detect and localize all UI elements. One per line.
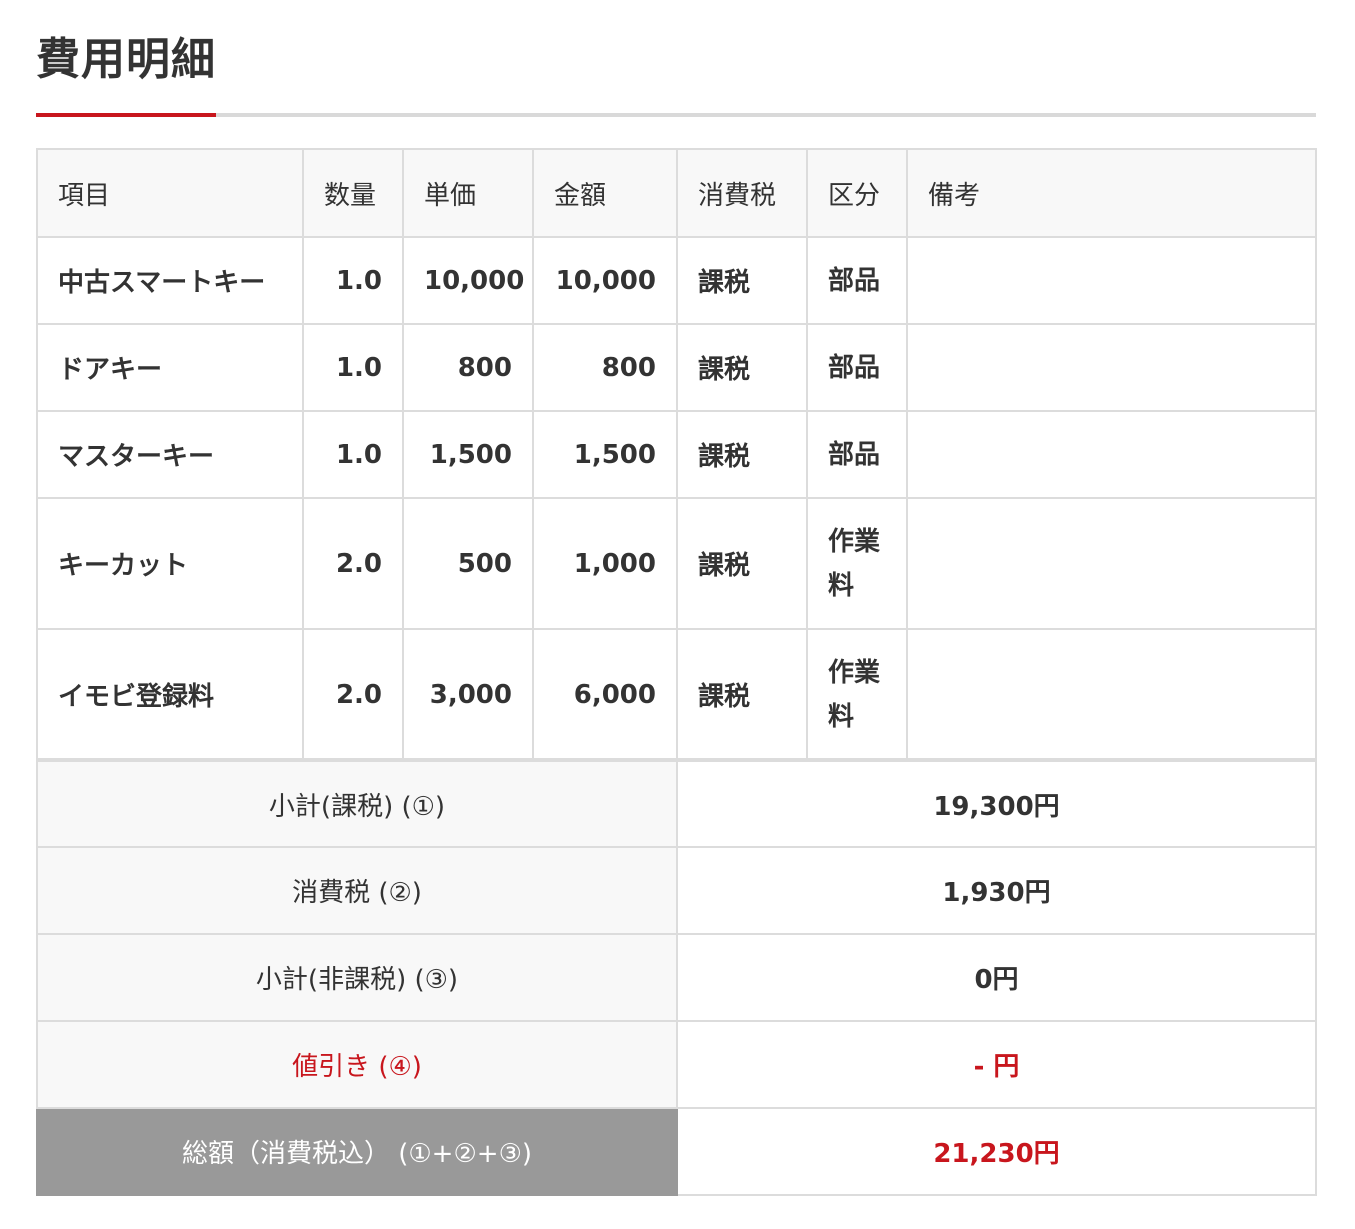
column-header-amount: 金額 [532,148,678,238]
cell-note [906,628,1317,761]
cell-note [906,323,1317,412]
cell-item: ドアキー [36,323,304,412]
table-row: ドアキー 1.0 800 800 課税 部品 [36,323,1317,412]
summary-label: 小計(課税) (①) [36,758,678,848]
summary-value: 0円 [676,933,1317,1022]
table-row: マスターキー 1.0 1,500 1,500 課税 部品 [36,410,1317,499]
summary-value: - 円 [676,1020,1317,1109]
table-row: キーカット 2.0 500 1,000 課税 作業料 [36,497,1317,630]
column-header-qty: 数量 [302,148,404,238]
cell-tax: 課税 [676,628,808,761]
summary-row-discount: 値引き (④) - 円 [36,1020,1317,1109]
summary-row-consumption-tax: 消費税 (②) 1,930円 [36,846,1317,935]
cell-item: イモビ登録料 [36,628,304,761]
table-row: イモビ登録料 2.0 3,000 6,000 課税 作業料 [36,628,1317,761]
cell-category: 作業料 [806,628,908,761]
cell-unit-price: 500 [402,497,534,630]
summary-label: 値引き (④) [36,1020,678,1109]
cell-item: キーカット [36,497,304,630]
title-underline [36,113,1316,117]
summary-value: 19,300円 [676,758,1317,848]
summary-value: 1,930円 [676,846,1317,935]
cell-item: マスターキー [36,410,304,499]
cost-items-table: 項目 数量 単価 金額 消費税 区分 備考 中古スマートキー 1.0 10,00… [36,148,1317,761]
cell-note [906,410,1317,499]
cell-category: 部品 [806,410,908,499]
cell-unit-price: 10,000 [402,236,534,325]
summary-row-subtotal-taxable: 小計(課税) (①) 19,300円 [36,758,1317,848]
cell-qty: 1.0 [302,410,404,499]
summary-label: 消費税 (②) [36,846,678,935]
cell-qty: 2.0 [302,628,404,761]
column-header-unit-price: 単価 [402,148,534,238]
cell-tax: 課税 [676,410,808,499]
cell-amount: 1,000 [532,497,678,630]
summary-row-total: 総額（消費税込） (①+②+③) 21,230円 [36,1107,1317,1196]
summary-row-subtotal-nontaxable: 小計(非課税) (③) 0円 [36,933,1317,1022]
summary-label: 総額（消費税込） (①+②+③) [36,1107,678,1196]
column-header-item: 項目 [36,148,304,238]
cell-amount: 6,000 [532,628,678,761]
title-underline-accent [36,113,216,117]
cell-note [906,497,1317,630]
cell-amount: 10,000 [532,236,678,325]
table-row: 中古スマートキー 1.0 10,000 10,000 課税 部品 [36,236,1317,325]
summary-label: 小計(非課税) (③) [36,933,678,1022]
cell-unit-price: 800 [402,323,534,412]
cell-tax: 課税 [676,323,808,412]
column-header-tax: 消費税 [676,148,808,238]
cost-summary-table: 小計(課税) (①) 19,300円 消費税 (②) 1,930円 小計(非課税… [36,758,1317,1196]
cell-category: 部品 [806,323,908,412]
column-header-category: 区分 [806,148,908,238]
cell-qty: 2.0 [302,497,404,630]
cell-qty: 1.0 [302,236,404,325]
cell-tax: 課税 [676,236,808,325]
cell-amount: 1,500 [532,410,678,499]
cell-category: 作業料 [806,497,908,630]
cell-unit-price: 3,000 [402,628,534,761]
cell-category: 部品 [806,236,908,325]
cell-unit-price: 1,500 [402,410,534,499]
page-title: 費用明細 [36,34,216,85]
cell-item: 中古スマートキー [36,236,304,325]
column-header-note: 備考 [906,148,1317,238]
cell-qty: 1.0 [302,323,404,412]
cell-note [906,236,1317,325]
table-header-row: 項目 数量 単価 金額 消費税 区分 備考 [36,148,1317,238]
cell-tax: 課税 [676,497,808,630]
summary-value: 21,230円 [676,1107,1317,1196]
cell-amount: 800 [532,323,678,412]
